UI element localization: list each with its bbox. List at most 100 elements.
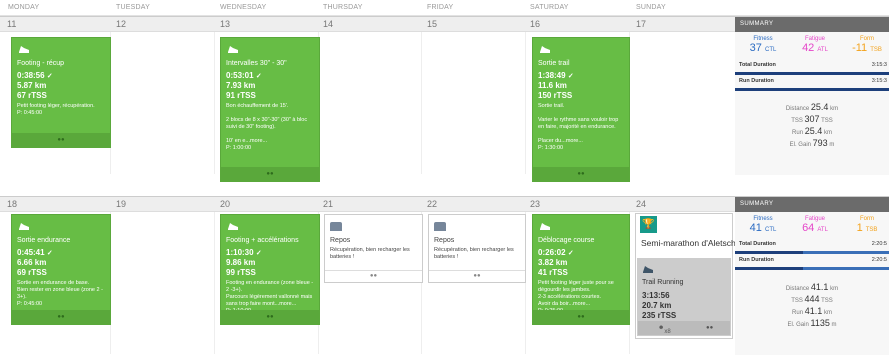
- workout-card-footer[interactable]: ●●: [221, 310, 319, 324]
- week-summary: SUMMARY Fitness 37 CTL Fatigue 42 ATL Fo…: [735, 17, 889, 175]
- elevation-gain-stat: El. Gain 1135 m: [787, 318, 837, 328]
- total-duration-row: Total Duration 2:20:5: [739, 241, 887, 247]
- weekday-sunday: SUNDAY: [636, 4, 666, 11]
- calendar-week-2: 18 19 20 21 22 23 24 Sortie endurance 0:…: [0, 196, 889, 355]
- workout-tss: 91 rTSS: [226, 91, 256, 100]
- calendar-week-1: 11 12 13 14 15 16 17 Footing - récup 0:3…: [0, 16, 889, 182]
- workout-card[interactable]: Sortie trail 1:38:49 ✓ 11.6 km 150 rTSS …: [532, 37, 630, 182]
- running-shoe-icon: [643, 266, 653, 273]
- rest-day-card[interactable]: Repos Récupération, bien recharger les b…: [324, 214, 423, 283]
- workout-card[interactable]: Intervalles 30" - 30" 0:53:01 ✓ 7.93 km …: [220, 37, 320, 182]
- workout-duration: 0:45:41 ✓: [17, 248, 53, 257]
- total-duration-bar: [735, 251, 889, 254]
- workout-tss: 67 rTSS: [17, 91, 47, 100]
- workout-title: Déblocage course: [538, 237, 595, 244]
- form-metric: Form -11 TSB: [852, 36, 882, 54]
- rest-day-card[interactable]: Repos Récupération, bien recharger les b…: [428, 214, 526, 283]
- race-duration: 3:13:56: [642, 291, 670, 300]
- date-number: 13: [220, 19, 231, 29]
- running-shoe-icon: [19, 223, 29, 230]
- check-icon: ✓: [255, 250, 262, 257]
- race-title: Semi-marathon d'Aletsch: [641, 238, 736, 248]
- race-tss: 235 rTSS: [642, 311, 677, 320]
- date-number: 23: [530, 199, 541, 209]
- workout-distance: 9.86 km: [226, 258, 256, 267]
- fatigue-metric: Fatigue 42 ATL: [802, 36, 828, 54]
- rest-description: Récupération, bien recharger les batteri…: [434, 247, 514, 260]
- workout-card-footer[interactable]: ●●: [533, 310, 629, 324]
- elevation-gain-stat: El. Gain 793 m: [789, 138, 835, 148]
- rest-card-footer[interactable]: ●●: [325, 270, 422, 282]
- check-icon: ✓: [567, 73, 574, 80]
- workout-tss: 99 rTSS: [226, 268, 256, 277]
- workout-description: Sortie en endurance de base. Bien rester…: [17, 280, 103, 307]
- weekday-tuesday: TUESDAY: [116, 4, 150, 11]
- race-activity-type: Trail Running: [642, 279, 684, 286]
- column-divider: [214, 32, 215, 174]
- running-shoe-icon: [228, 223, 238, 230]
- workout-card-footer[interactable]: ●●: [12, 310, 110, 324]
- check-icon: ✓: [567, 250, 574, 257]
- athlete-count-badge[interactable]: ☻ x8: [658, 325, 671, 335]
- workout-card[interactable]: Footing - récup 0:38:56 ✓ 5.87 km 67 rTS…: [11, 37, 111, 148]
- workout-card-footer[interactable]: ●●: [12, 133, 110, 147]
- race-event-card[interactable]: 🏆 Semi-marathon d'Aletsch Trail Running …: [635, 213, 736, 339]
- fatigue-metric: Fatigue 64 ATL: [802, 216, 828, 234]
- rest-card-footer[interactable]: ●●: [429, 270, 525, 282]
- weekday-saturday: SATURDAY: [530, 4, 569, 11]
- weekday-monday: MONDAY: [8, 4, 40, 11]
- comment-icon[interactable]: ●●: [577, 171, 584, 177]
- comment-icon[interactable]: ●●: [266, 171, 273, 177]
- race-activity[interactable]: Trail Running 3:13:56 20.7 km 235 rTSS ☻…: [637, 258, 731, 336]
- running-shoe-icon: [540, 46, 550, 53]
- date-number: 22: [427, 199, 438, 209]
- date-number: 11: [7, 19, 17, 29]
- bed-icon: [330, 222, 342, 231]
- run-duration-bar: [735, 267, 889, 270]
- comment-icon[interactable]: ●●: [57, 314, 64, 320]
- run-distance-stat: Run 41.1 km: [792, 306, 832, 316]
- date-number: 12: [116, 19, 127, 29]
- workout-card-footer[interactable]: ●●: [221, 167, 319, 181]
- workout-duration: 0:26:02 ✓: [538, 248, 574, 257]
- date-number: 17: [636, 19, 647, 29]
- weekday-header: MONDAY TUESDAY WEDNESDAY THURSDAY FRIDAY…: [0, 0, 889, 16]
- workout-tss: 69 rTSS: [17, 268, 47, 277]
- workout-title: Footing + accélérations: [226, 237, 299, 244]
- workout-card[interactable]: Footing + accélérations 1:10:30 ✓ 9.86 k…: [220, 214, 320, 325]
- total-duration-bar: [735, 72, 889, 75]
- column-divider: [525, 32, 526, 174]
- weekday-thursday: THURSDAY: [323, 4, 363, 11]
- week-date-bar: 18 19 20 21 22 23 24: [0, 197, 735, 212]
- tss-stat: TSS 307 TSS: [791, 114, 833, 124]
- distance-stat: Distance 41.1 km: [785, 282, 839, 292]
- comment-icon[interactable]: ●●: [473, 273, 480, 279]
- workout-card[interactable]: Sortie endurance 0:45:41 ✓ 6.66 km 69 rT…: [11, 214, 111, 325]
- fitness-metric: Fitness 37 CTL: [749, 36, 777, 54]
- check-icon: ✓: [46, 73, 53, 80]
- distance-stat: Distance 25.4 km: [785, 102, 839, 112]
- workout-distance: 6.66 km: [17, 258, 47, 267]
- rest-title: Repos: [434, 237, 455, 244]
- comment-icon[interactable]: ●●: [266, 314, 273, 320]
- workout-card-footer[interactable]: ●●: [533, 167, 629, 181]
- comment-icon[interactable]: ●●: [706, 325, 713, 331]
- workout-tss: 41 rTSS: [538, 268, 568, 277]
- column-divider: [421, 32, 422, 174]
- running-shoe-icon: [228, 46, 238, 53]
- check-icon: ✓: [255, 73, 262, 80]
- date-number: 24: [636, 199, 647, 209]
- workout-duration: 0:38:56 ✓: [17, 71, 53, 80]
- workout-card[interactable]: Déblocage course 0:26:02 ✓ 3.82 km 41 rT…: [532, 214, 630, 325]
- check-icon: ✓: [46, 250, 53, 257]
- rest-title: Repos: [330, 237, 351, 244]
- workout-distance: 3.82 km: [538, 258, 568, 267]
- column-divider: [214, 212, 215, 354]
- comment-icon[interactable]: ●●: [57, 137, 64, 143]
- comment-icon[interactable]: ●●: [370, 273, 377, 279]
- workout-description: Sortie trail. Varier le rythme sans voul…: [538, 103, 619, 151]
- summary-header: SUMMARY: [735, 17, 889, 32]
- comment-icon[interactable]: ●●: [577, 314, 584, 320]
- race-activity-footer[interactable]: ☻ x8 ●●: [638, 321, 730, 335]
- weekday-wednesday: WEDNESDAY: [220, 4, 267, 11]
